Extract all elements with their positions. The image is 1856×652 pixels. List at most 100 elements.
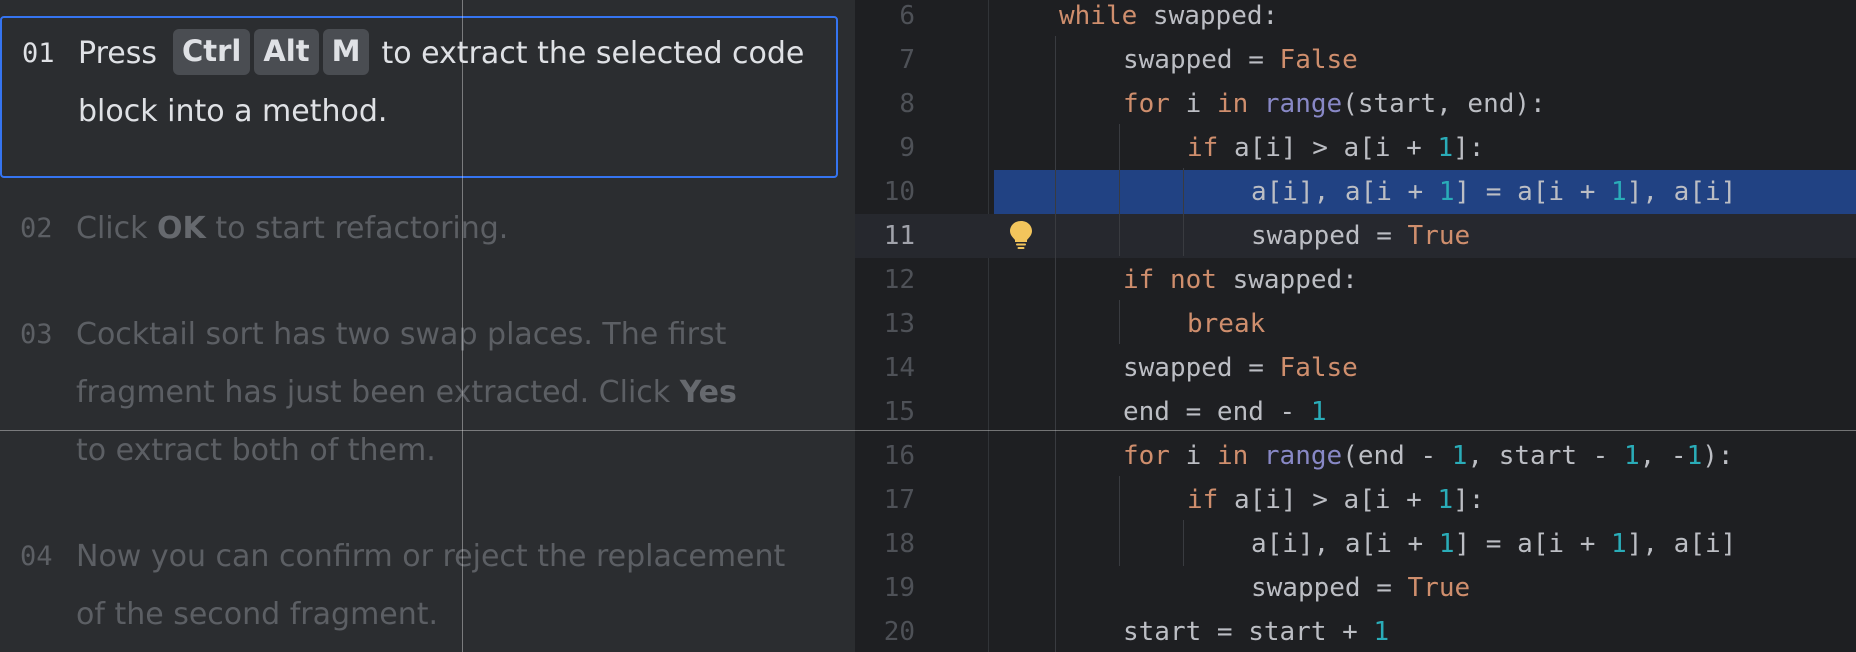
code-token: a[i] > a[i + <box>1218 485 1438 515</box>
code-token: swapped = <box>1251 573 1408 603</box>
code-text[interactable]: a[i], a[i + 1] = a[i + 1], a[i] <box>1251 170 1736 214</box>
code-line[interactable]: 18 a[i], a[i + 1] = a[i + 1], a[i] <box>855 522 1856 566</box>
screen-guide-vertical <box>462 0 463 652</box>
code-token: for <box>1123 89 1170 119</box>
code-text[interactable]: start = start + 1 <box>1123 610 1389 652</box>
step-text: Press Ctrl Alt Mto extract the selected cod… <box>78 25 818 141</box>
code-line[interactable]: 8 for i in range(start, end): <box>855 82 1856 126</box>
code-token: 1 <box>1437 133 1454 163</box>
step-03: 03 Cocktail sort has two swap places. Th… <box>0 306 838 486</box>
code-line[interactable]: 10 a[i], a[i + 1] = a[i + 1], a[i] <box>855 170 1856 214</box>
code-line[interactable]: 20 start = start + 1 <box>855 610 1856 652</box>
code-token: i <box>1169 441 1217 471</box>
code-token: 1 <box>1686 441 1703 471</box>
code-line[interactable]: 11 swapped = True <box>855 214 1856 258</box>
code-area[interactable]: a[i], a[i + 1] = a[i + 1], a[i] <box>994 170 1856 214</box>
code-area[interactable]: a[i], a[i + 1] = a[i + 1], a[i] <box>994 522 1856 566</box>
code-token: ]: <box>1453 133 1485 163</box>
code-token: 1 <box>1451 441 1468 471</box>
code-line[interactable]: 15 end = end - 1 <box>855 390 1856 434</box>
code-token: end = end - <box>1123 397 1311 427</box>
code-token: (end - <box>1342 441 1452 471</box>
step-04: 04 Now you can confirm or reject the rep… <box>0 528 838 652</box>
code-token: range <box>1263 441 1343 471</box>
lightbulb-icon[interactable] <box>1008 220 1034 250</box>
code-area[interactable]: break <box>994 302 1856 346</box>
learn-steps-panel: 01 Press Ctrl Alt Mto extract the selected … <box>0 0 855 652</box>
code-line[interactable]: 12 if not swapped: <box>855 258 1856 302</box>
line-number: 15 <box>883 397 915 427</box>
code-token: swapped: <box>1216 265 1358 295</box>
line-number: 19 <box>883 573 915 603</box>
indent-guide <box>1119 476 1120 566</box>
line-number: 11 <box>883 221 915 251</box>
code-text[interactable]: if a[i] > a[i + 1]: <box>1187 478 1484 522</box>
code-line[interactable]: 14 swapped = False <box>855 346 1856 390</box>
code-text[interactable]: if not swapped: <box>1123 258 1358 302</box>
code-text[interactable]: while swapped: <box>1059 0 1278 38</box>
code-area[interactable]: start = start + 1 <box>994 610 1856 652</box>
code-area[interactable]: if a[i] > a[i + 1]: <box>994 126 1856 170</box>
code-text[interactable]: swapped = False <box>1123 38 1358 82</box>
step-number: 01 <box>22 38 55 69</box>
code-line[interactable]: 19 swapped = True <box>855 566 1856 610</box>
line-number: 17 <box>883 485 915 515</box>
step-text: Now you can confirm or reject the replac… <box>76 539 786 632</box>
code-area[interactable]: end = end - 1 <box>994 390 1856 434</box>
key-m: M <box>322 28 370 75</box>
code-line[interactable]: 7 swapped = False <box>855 38 1856 82</box>
code-text[interactable]: for i in range(start, end): <box>1123 82 1546 126</box>
code-area[interactable]: swapped = False <box>994 346 1856 390</box>
code-text[interactable]: swapped = True <box>1251 566 1470 610</box>
code-area[interactable]: for i in range(end - 1, start - 1, -1): <box>994 434 1856 478</box>
code-text[interactable]: end = end - 1 <box>1123 390 1327 434</box>
code-token: 1 <box>1611 529 1627 559</box>
indent-guide <box>1183 520 1184 566</box>
indent-guide <box>1119 124 1120 256</box>
code-token: ]: <box>1453 485 1485 515</box>
code-token: ] = a[i + <box>1454 529 1612 559</box>
line-number: 9 <box>899 133 915 163</box>
code-line[interactable]: 6 while swapped: <box>855 0 1856 38</box>
code-line[interactable]: 16 for i in range(end - 1, start - 1, -1)… <box>855 434 1856 478</box>
code-editor[interactable]: 6 while swapped: 7 swapped = False 8 for i in… <box>855 0 1856 652</box>
code-area[interactable]: for i in range(start, end): <box>994 82 1856 126</box>
code-token: if <box>1187 485 1219 515</box>
code-area[interactable]: if not swapped: <box>994 258 1856 302</box>
code-token: start = start + <box>1123 617 1374 647</box>
code-area[interactable]: if a[i] > a[i + 1]: <box>994 478 1856 522</box>
code-text[interactable]: break <box>1187 302 1265 346</box>
code-area[interactable]: while swapped: <box>994 0 1856 38</box>
code-text[interactable]: swapped = True <box>1251 214 1470 258</box>
step-01: 01 Press Ctrl Alt Mto extract the selected … <box>0 16 838 178</box>
code-text[interactable]: swapped = False <box>1123 346 1358 390</box>
code-token: 1 <box>1438 529 1455 559</box>
code-token: while <box>1059 1 1138 31</box>
code-text[interactable]: a[i], a[i + 1] = a[i + 1], a[i] <box>1251 522 1736 566</box>
code-text[interactable]: if a[i] > a[i + 1]: <box>1187 126 1484 170</box>
code-token: for <box>1123 441 1170 471</box>
line-number: 12 <box>883 265 915 295</box>
code-area[interactable]: swapped = True <box>994 214 1856 258</box>
code-line[interactable]: 17 if a[i] > a[i + 1]: <box>855 478 1856 522</box>
code-token: True <box>1407 221 1471 251</box>
step-number: 02 <box>20 213 53 244</box>
code-line[interactable]: 9 if a[i] > a[i + 1]: <box>855 126 1856 170</box>
code-token: 1 <box>1373 617 1390 647</box>
code-area[interactable]: swapped = True <box>994 566 1856 610</box>
step-text: Cocktail sort has two swap places. The f… <box>76 306 756 480</box>
code-token: swapped = <box>1251 221 1408 251</box>
code-token: True <box>1407 573 1471 603</box>
code-area[interactable]: swapped = False <box>994 38 1856 82</box>
line-number: 20 <box>883 617 915 647</box>
code-token: 1 <box>1437 485 1454 515</box>
code-text[interactable]: for i in range(end - 1, start - 1, -1): <box>1123 434 1734 478</box>
code-token: , - <box>1639 441 1687 471</box>
shortcut-keys: Ctrl Alt M <box>171 28 372 75</box>
step-number: 04 <box>20 541 53 572</box>
code-line[interactable]: 13 break <box>855 302 1856 346</box>
learning-tutorial-window: 01 Press Ctrl Alt Mto extract the selected … <box>0 0 1856 652</box>
